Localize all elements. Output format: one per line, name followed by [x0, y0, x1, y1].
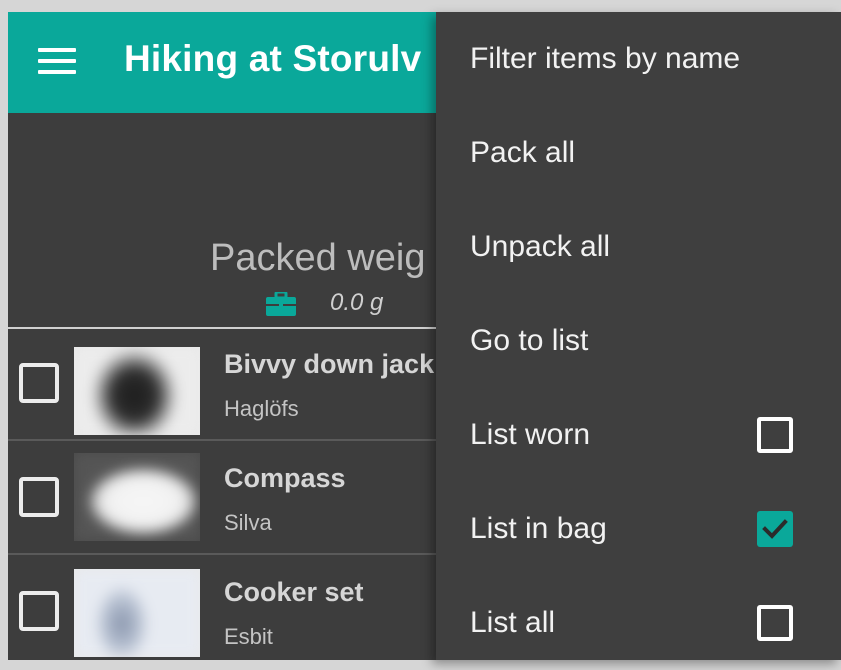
list-all-checkbox[interactable] [757, 605, 793, 641]
menu-item-label: List in bag [470, 512, 607, 545]
menu-item-pack-all[interactable]: Pack all [436, 106, 841, 200]
menu-item-list-in-bag[interactable]: List in bag [436, 482, 841, 576]
page-title: Hiking at Storulv [124, 38, 422, 79]
list-in-bag-checkbox[interactable] [757, 511, 793, 547]
menu-item-filter-items-by-name[interactable]: Filter items by name [436, 12, 841, 106]
menu-item-label: Filter items by name [470, 42, 741, 75]
menu-item-label: List all [470, 606, 556, 639]
item-checkbox[interactable] [19, 477, 59, 517]
menu-item-list-all[interactable]: List all [436, 576, 841, 670]
item-thumbnail [74, 453, 200, 541]
checkmark-icon [762, 519, 788, 539]
menu-item-unpack-all[interactable]: Unpack all [436, 200, 841, 294]
item-checkbox[interactable] [19, 591, 59, 631]
item-name: Bivvy down jack [224, 349, 435, 379]
list-worn-checkbox[interactable] [757, 417, 793, 453]
item-checkbox[interactable] [19, 363, 59, 403]
item-thumbnail [74, 347, 200, 435]
packed-weight-value: 0.0 g [330, 289, 384, 316]
item-name: Cooker set [224, 577, 364, 607]
item-name: Compass [224, 463, 346, 493]
menu-item-label: List worn [470, 418, 591, 451]
item-brand: Esbit [224, 624, 273, 649]
menu-item-label: Go to list [470, 324, 589, 357]
menu-item-go-to-list[interactable]: Go to list [436, 294, 841, 388]
menu-item-label: Pack all [470, 136, 576, 169]
packed-weight-label: Packed weig [210, 237, 426, 279]
overflow-menu: Filter items by name Pack all Unpack all… [436, 12, 841, 660]
briefcase-icon [266, 292, 296, 316]
hamburger-menu-icon[interactable] [38, 48, 76, 76]
menu-item-label: Unpack all [470, 230, 611, 263]
item-thumbnail [74, 569, 200, 657]
menu-item-list-worn[interactable]: List worn [436, 388, 841, 482]
item-brand: Haglöfs [224, 396, 299, 421]
item-brand: Silva [224, 510, 272, 535]
